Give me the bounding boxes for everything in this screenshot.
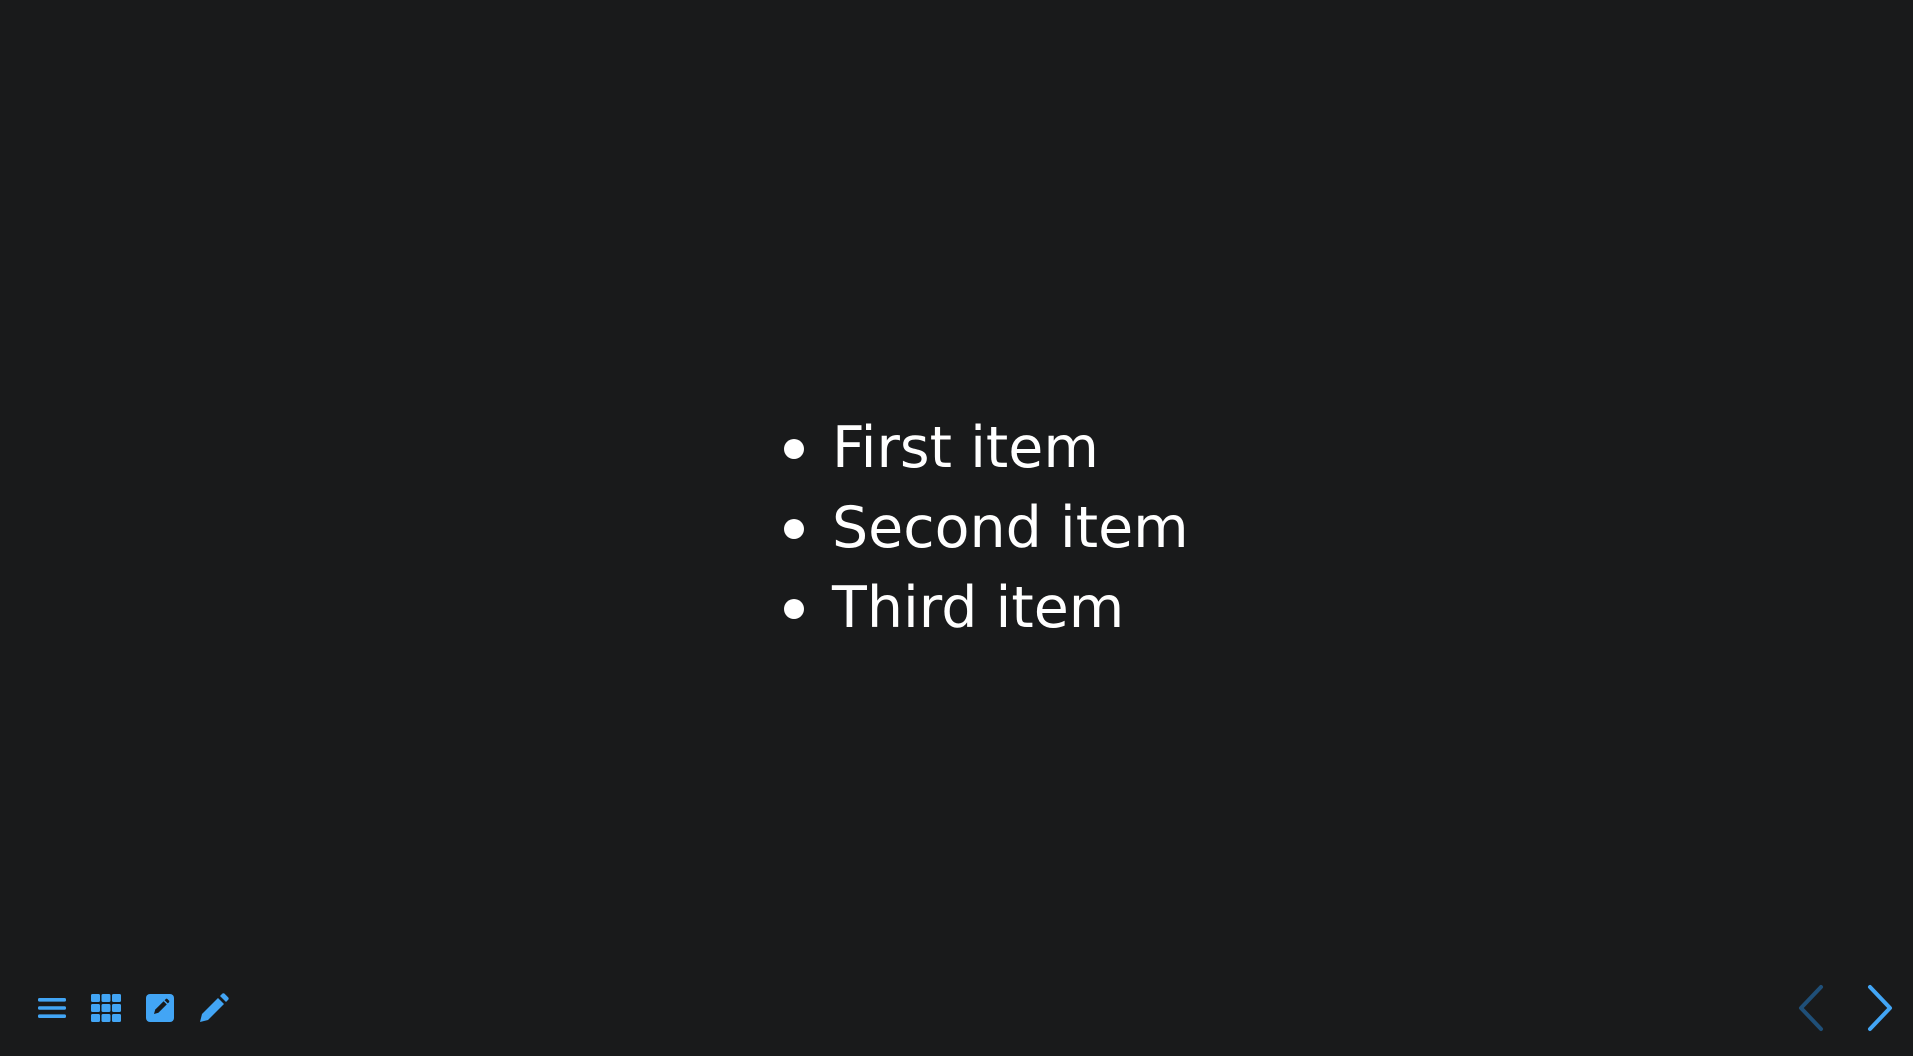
list-item-label: Third item <box>832 575 1125 641</box>
previous-slide-button[interactable] <box>1791 982 1831 1034</box>
list-item: Second item <box>784 488 1189 568</box>
hamburger-menu-icon <box>38 998 66 1018</box>
grid-icon <box>91 994 121 1022</box>
slide-toolbar <box>34 990 250 1026</box>
menu-button[interactable] <box>34 990 70 1026</box>
list-item-label: Second item <box>832 495 1189 561</box>
bullet-dot <box>784 439 804 459</box>
grid-overview-button[interactable] <box>88 990 124 1026</box>
bullet-dot <box>784 599 804 619</box>
chevron-left-icon <box>1799 985 1823 1031</box>
bullet-list: First item Second item Third item <box>784 408 1189 648</box>
slide: First item Second item Third item <box>0 0 1913 1056</box>
edit-notes-button[interactable] <box>142 990 178 1026</box>
next-slide-button[interactable] <box>1860 982 1900 1034</box>
pencil-icon <box>200 993 229 1022</box>
list-item: Third item <box>784 568 1189 648</box>
draw-pencil-button[interactable] <box>196 990 232 1026</box>
bullet-dot <box>784 519 804 539</box>
list-item-label: First item <box>832 415 1099 481</box>
edit-square-icon <box>146 994 174 1022</box>
chevron-right-icon <box>1868 985 1892 1031</box>
list-item: First item <box>784 408 1189 488</box>
